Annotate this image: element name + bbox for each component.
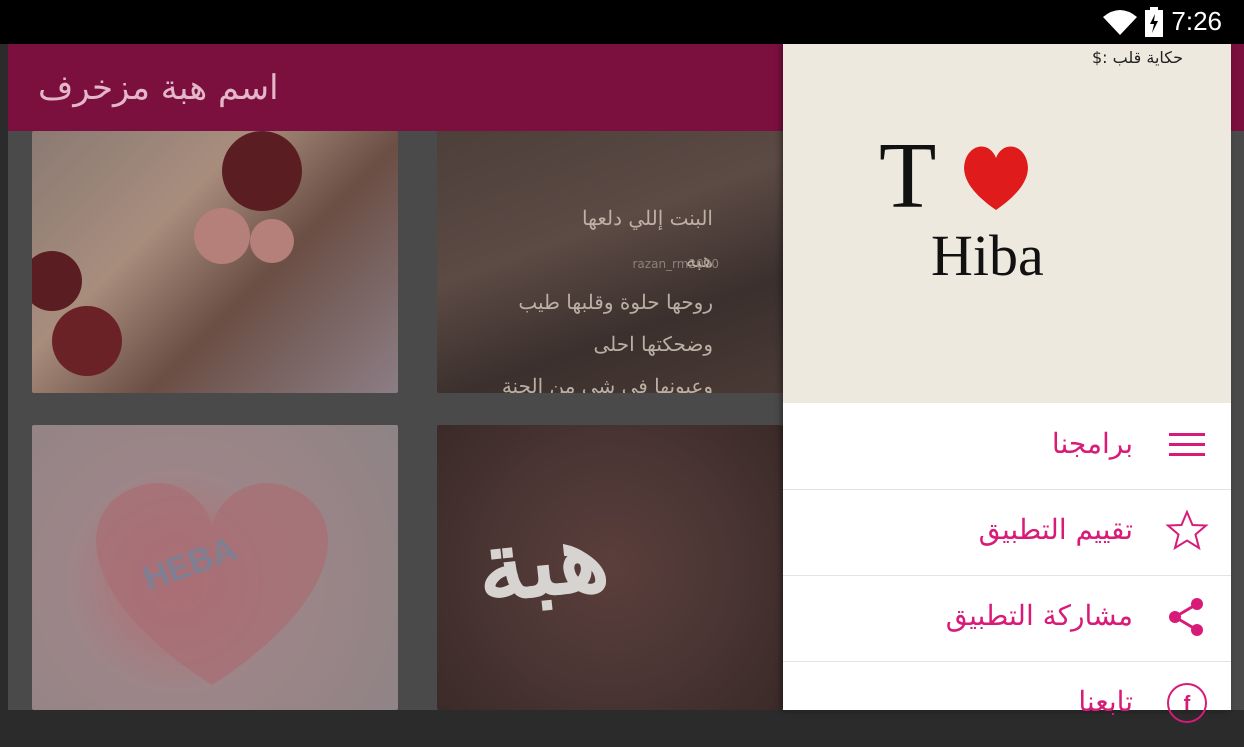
- drawer-item-label: برامجنا: [1051, 427, 1133, 460]
- heba-calligraphy: هبة: [471, 498, 614, 625]
- share-icon: [1169, 598, 1203, 636]
- drawer-item-label: تابعنا: [1078, 685, 1133, 718]
- app-title: اسم هبة مزخرف: [38, 68, 279, 108]
- star-icon: [1165, 509, 1209, 551]
- watermark-text: razan_rm2000: [632, 257, 720, 271]
- svg-text:f: f: [1184, 693, 1191, 715]
- drawer-item-rate-app[interactable]: تقييم التطبيق: [783, 489, 1231, 576]
- header-caption: حكاية قلب :$: [1091, 48, 1183, 67]
- drawer-item-our-apps[interactable]: برامجنا: [783, 403, 1231, 490]
- status-icons: 7:26: [1103, 6, 1222, 37]
- roses-illustration: [32, 131, 302, 376]
- girl-poem-image[interactable]: البنت إللي دلعها هبه روحها حلوة وقلبها ط…: [437, 131, 783, 393]
- status-time: 7:26: [1171, 6, 1222, 36]
- roses-teacup-image[interactable]: [32, 131, 398, 393]
- heba-roses-image[interactable]: هبة: [437, 425, 783, 710]
- menu-icon: [1169, 433, 1205, 456]
- heba-heart-image[interactable]: HEBA: [32, 425, 398, 710]
- wifi-icon: [1103, 9, 1138, 35]
- drawer-item-follow-us[interactable]: تابعنا f: [783, 661, 1231, 747]
- drawer-item-label: تقييم التطبيق: [978, 513, 1133, 546]
- status-bar: 7:26: [0, 0, 1244, 44]
- header-letter: T: [879, 124, 937, 228]
- battery-charging-icon: [1145, 6, 1164, 37]
- header-name: Hiba: [931, 223, 1044, 288]
- drawer-header-image: حكاية قلب :$ T Hiba: [783, 44, 1231, 403]
- drawer-item-share-app[interactable]: مشاركة التطبيق: [783, 575, 1231, 662]
- facebook-icon: f: [1167, 683, 1207, 723]
- heart-icon: [964, 146, 1028, 210]
- navigation-drawer: حكاية قلب :$ T Hiba برامجنا تقييم التطبي…: [783, 44, 1231, 723]
- drawer-item-label: مشاركة التطبيق: [945, 599, 1133, 632]
- poem-text: البنت إللي دلعها هبه روحها حلوة وقلبها ط…: [501, 206, 713, 393]
